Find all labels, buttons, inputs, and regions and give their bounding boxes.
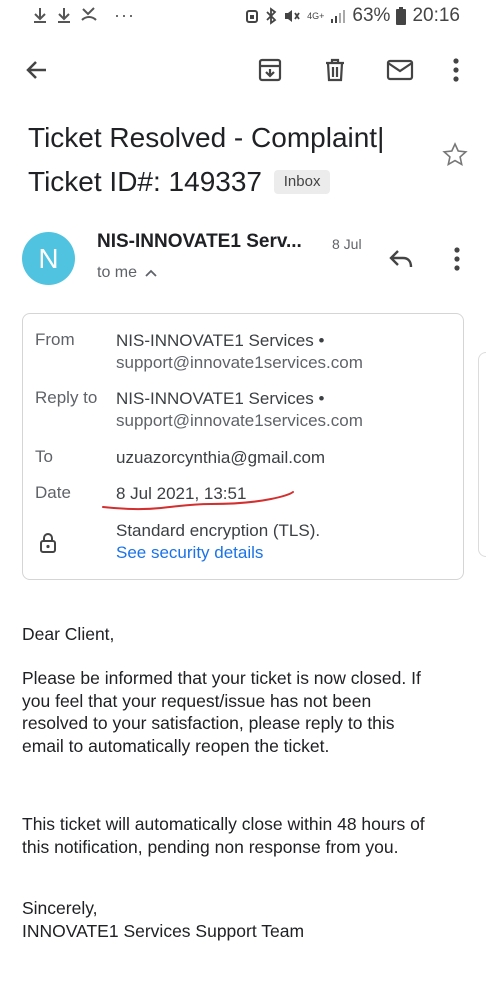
- scroll-edge[interactable]: [478, 352, 486, 557]
- delete-button[interactable]: [318, 53, 352, 87]
- security-details-link[interactable]: See security details: [116, 542, 320, 564]
- network-type: 4G+: [307, 10, 325, 21]
- download-icon: [34, 8, 46, 23]
- email-subject: Ticket Resolved - Complaint| Ticket ID#:…: [28, 116, 428, 204]
- body-p2-line: this notification, pending non response …: [22, 836, 399, 857]
- more-options-button[interactable]: [439, 53, 473, 87]
- battery-percent: 63%: [352, 5, 391, 26]
- message-details-card: From NIS-INNOVATE1 Services • support@in…: [22, 313, 464, 580]
- more-vert-icon: [454, 247, 460, 271]
- encryption-text: Standard encryption (TLS).: [116, 521, 321, 540]
- bluetooth-icon: [266, 7, 277, 25]
- alarm-icon: [246, 10, 259, 23]
- star-outline-icon: [442, 142, 468, 166]
- trash-icon: [326, 58, 344, 82]
- archive-button[interactable]: [253, 53, 287, 87]
- subject-line-2: Ticket ID#: 149337 Inbox: [28, 160, 428, 204]
- mute-icon: [285, 10, 300, 22]
- date-label: Date: [35, 483, 71, 502]
- clock: 20:16: [412, 5, 460, 26]
- reply-to-label: Reply to: [35, 388, 98, 407]
- body-p1-line: resolved to your satisfaction, please re…: [22, 713, 395, 733]
- to-email[interactable]: uzuazorcynthia@gmail.com: [116, 447, 325, 469]
- reply-to-name: NIS-INNOVATE1 Services •: [116, 389, 325, 408]
- lock-icon: [40, 533, 56, 553]
- closing: Sincerely,: [22, 898, 98, 918]
- inbox-label-chip[interactable]: Inbox: [273, 170, 331, 194]
- body-paragraph-2: This ticket will automatically close wit…: [22, 813, 468, 858]
- notification-icons: ···: [32, 6, 135, 24]
- more-notifications-icon: ···: [114, 5, 135, 25]
- system-indicators: 4G+ 63% 20:16: [245, 5, 460, 27]
- body-greeting: Dear Client,: [22, 624, 115, 644]
- body-p2-line: This ticket will automatically close wit…: [22, 814, 425, 834]
- body-paragraph-1: Please be informed that your ticket is n…: [22, 667, 468, 757]
- reply-to-email[interactable]: support@innovate1services.com: [116, 410, 363, 432]
- mail-icon: [386, 59, 414, 81]
- from-name: NIS-INNOVATE1 Services •: [116, 331, 325, 350]
- subject-line-1: Ticket Resolved - Complaint|: [28, 122, 385, 153]
- body-p1-line: email to automatically reopen the ticket…: [22, 735, 330, 756]
- mark-unread-button[interactable]: [383, 53, 417, 87]
- battery-icon: [396, 7, 407, 25]
- status-bar: ··· 4G+ 63% 20:16: [0, 0, 486, 34]
- missed-call-icon: [81, 7, 97, 21]
- red-underline-annotation: [102, 491, 294, 511]
- back-button[interactable]: [20, 53, 54, 87]
- signature: INNOVATE1 Services Support Team: [22, 920, 305, 941]
- from-label: From: [35, 330, 75, 349]
- sender-name: NIS-INNOVATE1 Serv...: [97, 231, 302, 252]
- from-value: NIS-INNOVATE1 Services • support@innovat…: [116, 330, 363, 374]
- reply-button[interactable]: [384, 242, 418, 276]
- arrow-back-icon: [26, 61, 46, 79]
- download-icon: [58, 8, 70, 23]
- star-button[interactable]: [440, 140, 470, 170]
- recipient-label: to me: [97, 264, 138, 281]
- recipient-toggle[interactable]: to me: [97, 264, 157, 282]
- chevron-up-icon: [145, 269, 157, 277]
- from-email[interactable]: support@innovate1services.com: [116, 352, 363, 374]
- archive-icon: [258, 58, 282, 82]
- body-p1-line: Please be informed that your ticket is n…: [22, 668, 421, 688]
- email-toolbar: [0, 45, 486, 95]
- sender-avatar[interactable]: N: [22, 232, 75, 285]
- body-p1-line: you feel that your request/issue has not…: [22, 690, 372, 711]
- security-value: Standard encryption (TLS). See security …: [116, 520, 320, 564]
- reply-icon: [389, 250, 413, 268]
- email-date: 8 Jul: [332, 236, 362, 252]
- body-signoff: Sincerely, INNOVATE1 Services Support Te…: [22, 897, 468, 942]
- message-more-button[interactable]: [440, 242, 474, 276]
- to-label: To: [35, 447, 53, 466]
- more-vert-icon: [453, 58, 459, 82]
- reply-to-value: NIS-INNOVATE1 Services • support@innovat…: [116, 388, 363, 432]
- subject-ticket-id: Ticket ID#: 149337: [28, 166, 262, 197]
- signal-icon: [331, 10, 346, 23]
